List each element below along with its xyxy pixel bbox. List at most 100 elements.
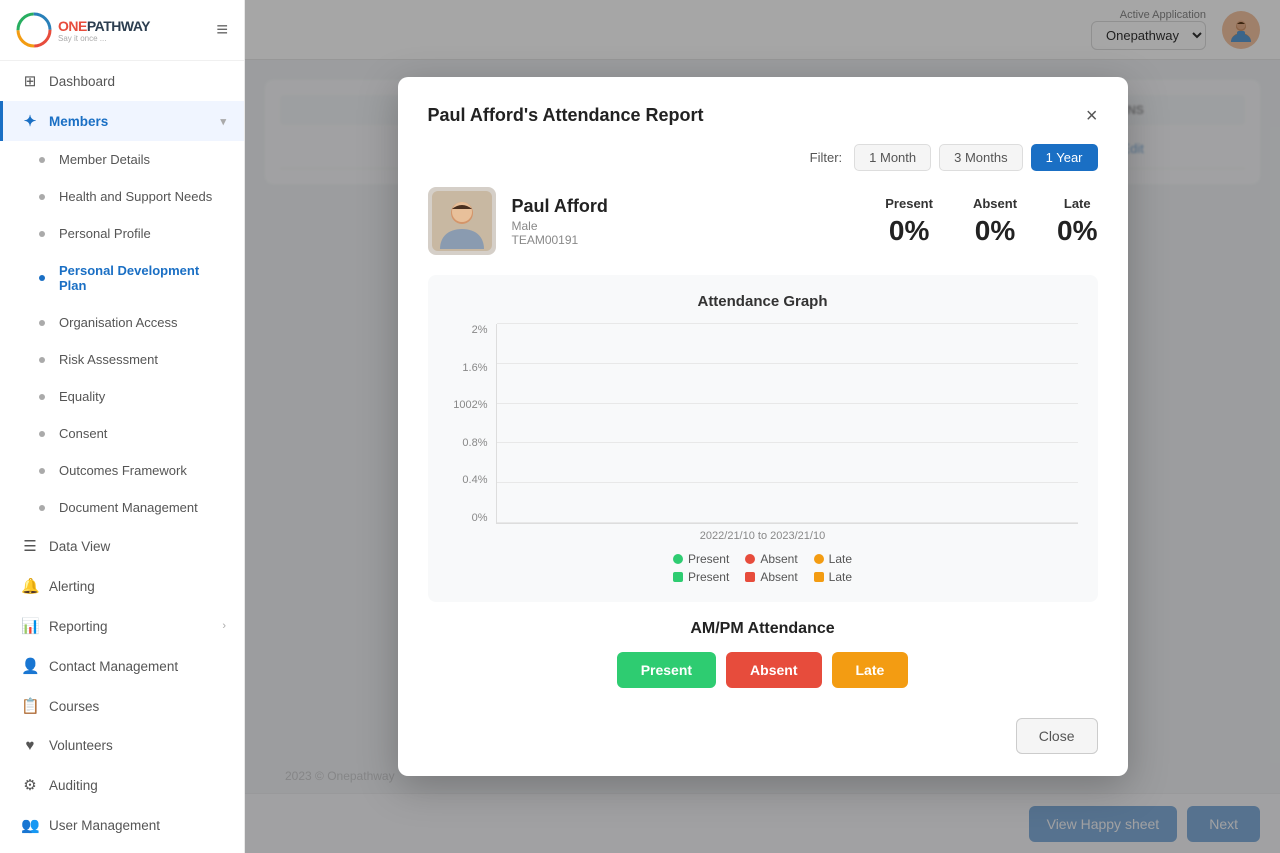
sidebar-item-label: Alerting (49, 579, 95, 594)
absent-label: Absent (973, 196, 1017, 211)
ampm-title: AM/PM Attendance (428, 620, 1098, 638)
dot-icon (39, 394, 45, 400)
sidebar-item-label: Reporting (49, 619, 108, 634)
chart-title: Attendance Graph (448, 293, 1078, 310)
sidebar: ONEPATHWAY Say it once ... ≡ ⊞ Dashboard… (0, 0, 245, 853)
ampm-late-button[interactable]: Late (832, 652, 909, 688)
stats-row: Present 0% Absent 0% Late 0% (885, 196, 1097, 247)
present-value: 0% (885, 215, 933, 247)
sidebar-item-label: Risk Assessment (59, 352, 158, 367)
y-label-4: 1.6% (448, 362, 488, 374)
member-avatar (428, 187, 496, 255)
y-label-1: 0.4% (448, 474, 488, 486)
auditing-icon: ⚙ (21, 776, 39, 794)
sidebar-item-consent[interactable]: Consent (0, 415, 244, 452)
sidebar-item-equality[interactable]: Equality (0, 378, 244, 415)
sidebar-item-outcomes-framework[interactable]: Outcomes Framework (0, 452, 244, 489)
sidebar-item-volunteers[interactable]: ♥ Volunteers (0, 726, 244, 765)
dot-icon (39, 320, 45, 326)
present-square (673, 572, 683, 582)
sidebar-item-label: Contact Management (49, 659, 178, 674)
sidebar-item-contact-management[interactable]: 👤 Contact Management (0, 646, 244, 686)
member-id: TEAM00191 (512, 233, 870, 247)
filter-1month[interactable]: 1 Month (854, 144, 931, 171)
sidebar-item-label: Equality (59, 389, 105, 404)
sidebar-item-courses[interactable]: 📋 Courses (0, 686, 244, 726)
sidebar-item-label: Document Management (59, 500, 198, 515)
user-management-icon: 👥 (21, 816, 39, 834)
sidebar-item-alerting[interactable]: 🔔 Alerting (0, 566, 244, 606)
sidebar-item-reporting[interactable]: 📊 Reporting › (0, 606, 244, 646)
sidebar-item-label: Member Details (59, 152, 150, 167)
sidebar-item-auditing[interactable]: ⚙ Auditing (0, 765, 244, 805)
sidebar-item-label: Members (49, 114, 108, 129)
present-label: Present (885, 196, 933, 211)
legend-absent-sq-label: Absent (760, 570, 797, 584)
late-square (814, 572, 824, 582)
sidebar-item-document-management[interactable]: Document Management (0, 489, 244, 526)
ampm-section: AM/PM Attendance Present Absent Late (428, 620, 1098, 688)
members-icon: ✦ (21, 112, 39, 130)
sidebar-item-personal-dev-plan[interactable]: Personal Development Plan (0, 252, 244, 304)
legend-late-dot: Late (814, 552, 852, 566)
sidebar-item-label: Health and Support Needs (59, 189, 212, 204)
legend-present-dot: Present (673, 552, 729, 566)
member-info: Paul Afford Male TEAM00191 (512, 196, 870, 247)
y-label-3: 1002% (448, 399, 488, 411)
legend-late-label: Late (829, 552, 852, 566)
y-label-5: 2% (448, 324, 488, 336)
sidebar-item-personal-profile[interactable]: Personal Profile (0, 215, 244, 252)
contact-icon: 👤 (21, 657, 39, 675)
sidebar-item-label: Outcomes Framework (59, 463, 187, 478)
chevron-right-icon: › (222, 620, 226, 632)
absent-dot (745, 554, 755, 564)
chart-date-label: 2022/21/10 to 2023/21/10 (448, 530, 1078, 542)
member-info-row: Paul Afford Male TEAM00191 Present 0% Ab… (428, 187, 1098, 255)
stat-absent: Absent 0% (973, 196, 1017, 247)
chart-legend-dots: Present Absent Late (448, 552, 1078, 566)
chart-section: Attendance Graph 0% 0.4% 0.8% 1002% 1.6%… (428, 275, 1098, 602)
chart-legend-squares: Present Absent Late (448, 570, 1078, 584)
sidebar-item-label: Data View (49, 539, 110, 554)
dot-icon (39, 194, 45, 200)
filter-label: Filter: (810, 150, 843, 165)
filter-1year[interactable]: 1 Year (1031, 144, 1098, 171)
ampm-present-button[interactable]: Present (617, 652, 716, 688)
courses-icon: 📋 (21, 697, 39, 715)
sidebar-item-label: Personal Development Plan (59, 263, 226, 293)
modal-header: Paul Afford's Attendance Report × (428, 105, 1098, 126)
legend-late-sq: Late (814, 570, 852, 584)
sidebar-item-health-support[interactable]: Health and Support Needs (0, 178, 244, 215)
sidebar-item-label: Organisation Access (59, 315, 178, 330)
sidebar-item-label: Dashboard (49, 74, 115, 89)
modal-close-btn[interactable]: Close (1016, 718, 1098, 754)
attendance-report-modal: Paul Afford's Attendance Report × Filter… (398, 77, 1128, 776)
sidebar-item-label: User Management (49, 818, 160, 833)
logo-tagline: Say it once ... (58, 34, 150, 43)
legend-absent-sq: Absent (745, 570, 797, 584)
sidebar-item-label: Personal Profile (59, 226, 151, 241)
filter-3months[interactable]: 3 Months (939, 144, 1022, 171)
sidebar-item-risk-assessment[interactable]: Risk Assessment (0, 341, 244, 378)
sidebar-item-org-access[interactable]: Organisation Access (0, 304, 244, 341)
alerting-icon: 🔔 (21, 577, 39, 595)
sidebar-item-user-management[interactable]: 👥 User Management (0, 805, 244, 845)
sidebar-item-data-view[interactable]: ☰ Data View (0, 526, 244, 566)
sidebar-item-members[interactable]: ✦ Members ▾ (0, 101, 244, 141)
hamburger-button[interactable]: ≡ (216, 19, 228, 42)
legend-absent-label: Absent (760, 552, 797, 566)
sidebar-item-dashboard[interactable]: ⊞ Dashboard (0, 61, 244, 101)
dot-icon (39, 468, 45, 474)
sidebar-logo: ONEPATHWAY Say it once ... ≡ (0, 0, 244, 61)
ampm-absent-button[interactable]: Absent (726, 652, 821, 688)
sidebar-item-member-details[interactable]: Member Details (0, 141, 244, 178)
stat-present: Present 0% (885, 196, 933, 247)
legend-present-sq-label: Present (688, 570, 729, 584)
absent-square (745, 572, 755, 582)
chevron-down-icon: ▾ (220, 115, 226, 128)
sidebar-item-label: Courses (49, 699, 99, 714)
late-dot (814, 554, 824, 564)
sidebar-item-label: Auditing (49, 778, 98, 793)
member-name: Paul Afford (512, 196, 870, 217)
modal-close-button[interactable]: × (1086, 106, 1098, 126)
